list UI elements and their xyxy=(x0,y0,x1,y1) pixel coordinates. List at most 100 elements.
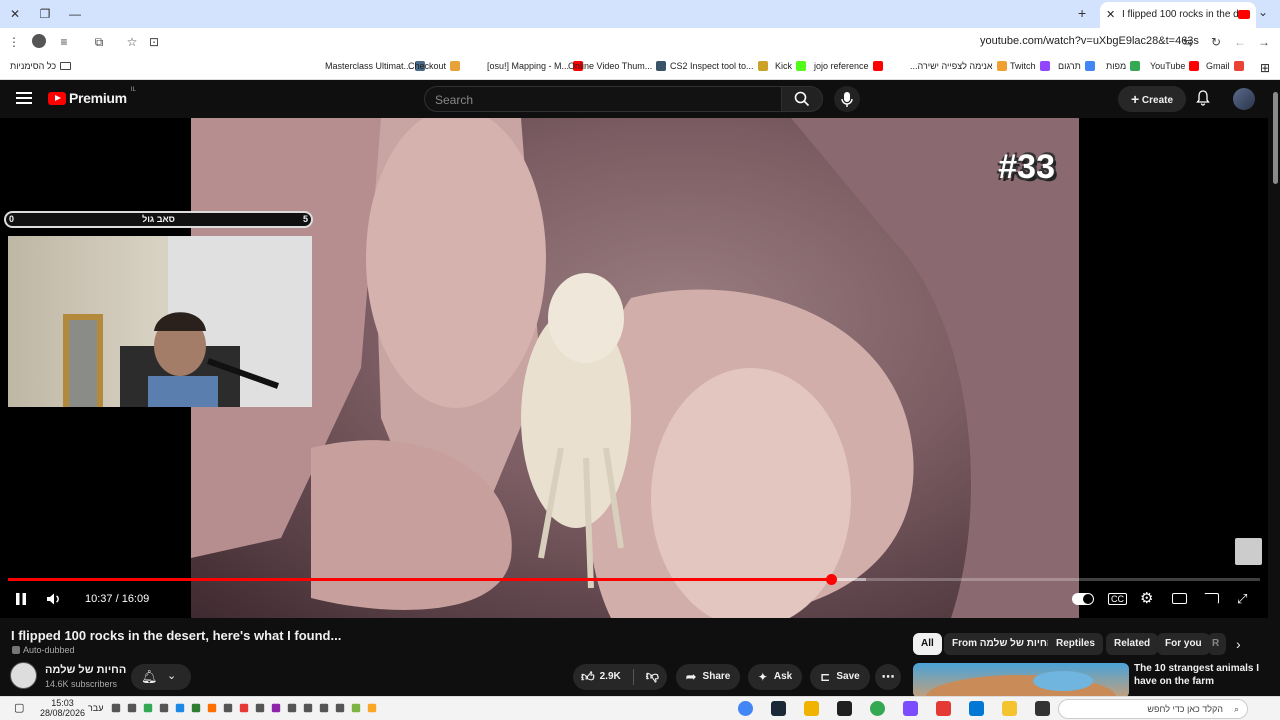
taskbar-app-icon[interactable] xyxy=(1035,701,1050,716)
volume-button[interactable] xyxy=(46,590,62,608)
fullscreen-icon[interactable]: ⤢ xyxy=(1237,590,1247,608)
taskbar-app-icon[interactable] xyxy=(936,701,951,716)
bookmark-item[interactable]: jojo reference xyxy=(814,61,883,71)
cast-icon[interactable] xyxy=(1204,590,1219,608)
media-controls-icon[interactable]: ≡ xyxy=(56,34,72,50)
dislike-button[interactable]: 👎︎ xyxy=(646,663,659,691)
tray-icon[interactable] xyxy=(127,703,137,713)
taskbar-search-input[interactable]: הקלד כאן כדי לחפש ⌕ xyxy=(1058,699,1248,719)
bookmark-item[interactable]: Kick xyxy=(775,61,807,71)
tab-search-icon[interactable]: ⌄ xyxy=(1258,5,1268,19)
voice-search-button[interactable] xyxy=(834,86,860,112)
minimize-window-icon[interactable]: — xyxy=(66,5,84,23)
address-bar[interactable]: youtube.com/watch?v=uXbgE9lac28&t=463s xyxy=(980,35,1199,47)
reload-icon[interactable]: ↻ xyxy=(1208,34,1224,50)
taskbar-app-icon[interactable] xyxy=(870,701,885,716)
taskbar-clock[interactable]: 15:03 28/08/2026 xyxy=(40,698,85,718)
site-settings-icon[interactable]: ⇆ xyxy=(1180,34,1196,50)
tray-icon[interactable] xyxy=(303,703,313,713)
bookmark-item[interactable]: YouTube xyxy=(1150,61,1200,71)
autoplay-toggle[interactable] xyxy=(1072,590,1094,608)
youtube-premium-logo[interactable]: Premium IL xyxy=(48,87,136,106)
subscription-bell-button[interactable]: 🔔︎ ⌄ xyxy=(131,664,191,690)
chip-item[interactable]: R xyxy=(1208,633,1226,655)
video-player[interactable]: #33 0 סאב גול 5 10:37 / 16:09 CC ⚙ ⤢ xyxy=(0,118,1268,618)
bookmark-item[interactable]: ...אנימה לצפייה ישירה xyxy=(910,61,1007,71)
tray-icon[interactable] xyxy=(175,703,185,713)
close-window-icon[interactable]: ✕ xyxy=(6,5,24,23)
pause-button[interactable] xyxy=(14,590,28,608)
notifications-bell-icon[interactable] xyxy=(1196,90,1210,109)
bookmark-item[interactable]: Twitch xyxy=(1010,61,1050,71)
bookmark-item[interactable]: מפות xyxy=(1106,61,1141,71)
tray-icon[interactable] xyxy=(367,703,377,713)
bookmark-item[interactable]: Gmail xyxy=(1206,61,1244,71)
profile-icon[interactable] xyxy=(31,34,47,50)
bookmark-item[interactable]: Online Video Thum... xyxy=(568,61,667,71)
like-button[interactable]: 👍︎ 2.9K xyxy=(581,664,621,690)
notification-center-icon[interactable]: ▢ xyxy=(14,701,24,714)
progress-bar[interactable] xyxy=(8,574,1260,585)
subtitles-icon[interactable]: CC xyxy=(1108,590,1127,608)
chip-item[interactable]: Reptiles xyxy=(1048,633,1103,655)
tray-icon[interactable] xyxy=(351,703,361,713)
tray-icon[interactable] xyxy=(143,703,153,713)
taskbar-app-icon[interactable] xyxy=(1002,701,1017,716)
tray-icon[interactable] xyxy=(335,703,345,713)
back-icon[interactable]: → xyxy=(1256,34,1272,50)
tray-icon[interactable] xyxy=(111,703,121,713)
tray-icon[interactable] xyxy=(239,703,249,713)
tray-icon[interactable] xyxy=(223,703,233,713)
more-actions-button[interactable]: ⋯ xyxy=(875,664,901,690)
tray-icon[interactable] xyxy=(319,703,329,713)
progress-scrubber[interactable] xyxy=(825,574,837,585)
apps-grid-icon[interactable]: ⊞ xyxy=(1260,61,1270,75)
search-input[interactable]: Search xyxy=(424,86,782,112)
close-tab-icon[interactable]: ✕ xyxy=(1106,2,1115,28)
taskbar-app-icon[interactable] xyxy=(903,701,918,716)
taskbar-app-icon[interactable] xyxy=(804,701,819,716)
save-button[interactable]: ⊏ Save xyxy=(810,664,870,690)
language-indicator[interactable]: עבר xyxy=(88,703,103,713)
chip-item[interactable]: All xyxy=(913,633,942,655)
bookmark-star-icon[interactable]: ☆ xyxy=(124,34,140,50)
recommended-thumbnail[interactable] xyxy=(913,663,1129,698)
taskbar-app-icon[interactable] xyxy=(969,701,984,716)
extensions-icon[interactable]: ⧉ xyxy=(91,34,107,50)
chip-item[interactable]: From החיות של שלמה xyxy=(944,633,1062,655)
tray-icon[interactable] xyxy=(255,703,265,713)
restore-window-icon[interactable]: ❐ xyxy=(36,5,54,23)
channel-avatar[interactable] xyxy=(10,662,37,689)
bookmark-item[interactable]: תרגום xyxy=(1058,61,1095,71)
bookmark-item[interactable]: Checkout xyxy=(408,61,461,71)
search-button[interactable] xyxy=(781,86,823,112)
video-frame[interactable]: #33 xyxy=(191,118,1079,618)
tray-icon[interactable] xyxy=(287,703,297,713)
tray-icon[interactable] xyxy=(159,703,169,713)
channel-name[interactable]: החיות של שלמה xyxy=(45,664,126,676)
ask-button[interactable]: ✦ Ask xyxy=(748,664,802,690)
theater-mode-icon[interactable] xyxy=(1172,590,1187,608)
taskbar-app-icon[interactable] xyxy=(738,701,753,716)
create-button[interactable]: + Create xyxy=(1118,86,1186,112)
bookmark-item[interactable]: CS2 Inspect tool to... xyxy=(670,61,768,71)
page-scrollbar[interactable] xyxy=(1270,82,1280,696)
new-tab-icon[interactable]: + xyxy=(1078,5,1086,21)
channel-watermark-icon[interactable] xyxy=(1235,538,1262,565)
chips-next-icon[interactable]: › xyxy=(1236,636,1241,652)
settings-gear-icon[interactable]: ⚙ xyxy=(1140,590,1153,608)
share-button[interactable]: ➦ Share xyxy=(676,664,740,690)
forward-icon[interactable]: ← xyxy=(1232,34,1248,50)
tray-icon[interactable] xyxy=(271,703,281,713)
taskbar-app-icon[interactable] xyxy=(837,701,852,716)
menu-dots-icon[interactable]: ⋮ xyxy=(6,34,22,50)
chip-item[interactable]: Related xyxy=(1106,633,1159,655)
tray-icon[interactable] xyxy=(207,703,217,713)
all-bookmarks[interactable]: כל הסימניות xyxy=(10,61,72,71)
tray-icon[interactable] xyxy=(191,703,201,713)
taskbar-app-icon[interactable] xyxy=(771,701,786,716)
chip-item[interactable]: For you xyxy=(1157,633,1210,655)
install-app-icon[interactable]: ⊡ xyxy=(146,34,162,50)
hamburger-menu-icon[interactable] xyxy=(16,92,32,104)
browser-tab[interactable]: ✕ I flipped 100 rocks in the de xyxy=(1100,2,1256,28)
